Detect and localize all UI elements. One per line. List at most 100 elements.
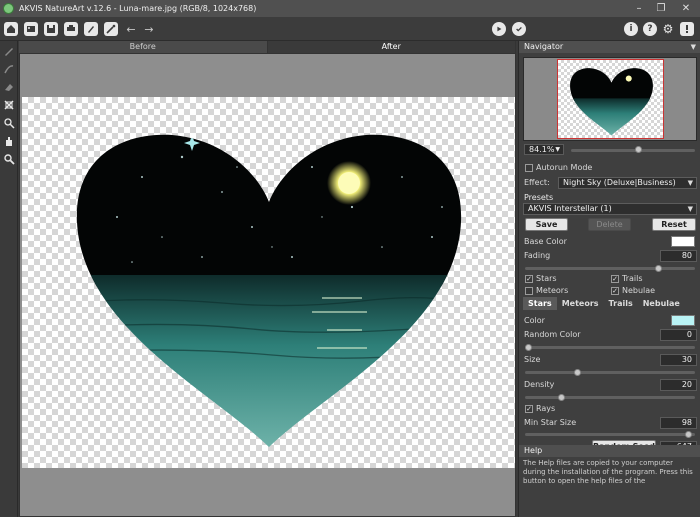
fading-slider-knob[interactable] (655, 265, 663, 272)
preset-value: AKVIS Interstellar (1) (528, 204, 612, 213)
print-button[interactable] (64, 22, 78, 36)
presets-dropdown-icon: ▼ (687, 205, 693, 213)
crop-tool[interactable] (2, 98, 16, 112)
effect-value: Night Sky (Deluxe|Business) (563, 178, 676, 187)
fading-slider-track[interactable] (525, 267, 695, 270)
fading-value[interactable]: 80 (660, 250, 697, 262)
save-preset-button[interactable]: Save (525, 218, 568, 231)
zoom-slider-track[interactable] (571, 149, 695, 152)
random-color-slider-knob[interactable] (525, 344, 532, 351)
min-star-size-slider-knob[interactable] (684, 431, 692, 438)
base-color-label: Base Color (524, 237, 567, 246)
help-text: The Help files are copied to your comput… (523, 459, 693, 485)
left-toolbar (0, 41, 18, 517)
rays-checkbox[interactable]: ✓ (525, 405, 533, 413)
sky-brush-tool[interactable] (2, 44, 16, 58)
minimize-button[interactable]: – (628, 0, 650, 17)
density-slider-knob[interactable] (557, 394, 565, 401)
trails-checkbox[interactable]: ✓ (611, 275, 619, 283)
density-value[interactable]: 20 (660, 379, 697, 391)
tab-nebulae[interactable]: Nebulae (638, 297, 685, 310)
meteors-label: Meteors (536, 286, 569, 295)
info-button[interactable]: i (624, 22, 638, 36)
close-button[interactable]: ✕ (672, 0, 700, 17)
presets-label: Presets (524, 193, 554, 202)
min-star-size-slider-track[interactable] (525, 433, 695, 436)
navigator-thumbnail[interactable] (557, 59, 664, 139)
reset-preset-button[interactable]: Reset (652, 218, 696, 231)
min-star-size-value[interactable]: 98 (660, 417, 697, 429)
stars-label: Stars (536, 274, 557, 283)
help-button[interactable]: ? (643, 22, 657, 36)
nature-brush-tool[interactable] (2, 62, 16, 76)
random-color-value[interactable]: 0 (660, 329, 697, 341)
density-slider-track[interactable] (525, 396, 695, 399)
notifications-button[interactable] (680, 22, 694, 36)
nebulae-checkbox[interactable]: ✓ (611, 287, 619, 295)
presets-dropdown[interactable]: AKVIS Interstellar (1) ▼ (523, 203, 697, 215)
zoom-level-select[interactable]: 84.1% ▼ (524, 144, 564, 155)
help-header: Help (519, 445, 700, 457)
app-window: AKVIS NatureArt v.12.6 - Luna-mare.jpg (… (0, 0, 700, 517)
app-logo-icon (3, 3, 14, 14)
maximize-button[interactable]: ❐ (650, 0, 672, 17)
brush-tool-button[interactable] (84, 22, 98, 36)
title-bar: AKVIS NatureArt v.12.6 - Luna-mare.jpg (… (0, 0, 700, 17)
star-color-swatch[interactable] (671, 315, 695, 326)
tab-meteors[interactable]: Meteors (557, 297, 604, 310)
autorun-checkbox[interactable] (525, 164, 533, 172)
size-value[interactable]: 30 (660, 354, 697, 366)
effect-dropdown-icon: ▼ (687, 179, 693, 187)
min-star-size-label: Min Star Size (524, 418, 577, 427)
trails-label: Trails (622, 274, 643, 283)
magnifier-icon (4, 154, 15, 165)
stars-checkbox[interactable]: ✓ (525, 275, 533, 283)
window-title: AKVIS NatureArt v.12.6 - Luna-mare.jpg (… (19, 4, 257, 13)
tab-trails[interactable]: Trails (604, 297, 638, 310)
hand-tool[interactable] (2, 134, 16, 148)
base-color-swatch[interactable] (671, 236, 695, 247)
star-color-label: Color (524, 316, 545, 325)
save-image-button[interactable] (44, 22, 58, 36)
eraser-tool[interactable] (2, 80, 16, 94)
home-icon (7, 25, 15, 33)
delete-preset-button[interactable]: Delete (588, 218, 631, 231)
hand-icon (6, 137, 12, 146)
density-label: Density (524, 380, 555, 389)
navigator-header: Navigator ▼ (519, 41, 700, 53)
check-icon (516, 26, 522, 32)
heart-night-sky-image (76, 134, 462, 447)
eyedropper-icon (4, 118, 15, 129)
settings-gear-icon[interactable]: ⚙ (661, 22, 675, 36)
size-label: Size (524, 355, 541, 364)
home-button[interactable] (4, 22, 18, 36)
forward-arrow-icon[interactable]: → (142, 22, 156, 36)
collapse-arrow-icon[interactable]: ▼ (691, 41, 696, 53)
image-preview[interactable] (22, 97, 515, 468)
size-slider-track[interactable] (525, 371, 695, 374)
run-button[interactable] (492, 22, 506, 36)
sky-brush-icon (5, 48, 13, 56)
right-panel: Navigator ▼ 84.1% ▼ Autorun Mode Effect:… (518, 41, 700, 517)
brush-icon (88, 26, 94, 33)
eyedropper-tool[interactable] (2, 116, 16, 130)
random-color-slider-track[interactable] (525, 346, 695, 349)
tab-stars[interactable]: Stars (523, 297, 557, 310)
effect-dropdown[interactable]: Night Sky (Deluxe|Business) ▼ (558, 177, 697, 189)
nebulae-label: Nebulae (622, 286, 656, 295)
navigator-preview[interactable] (523, 57, 697, 141)
open-image-button[interactable] (24, 22, 38, 36)
apply-button[interactable] (512, 22, 526, 36)
back-arrow-icon[interactable]: ← (124, 22, 138, 36)
tab-after[interactable]: After (267, 41, 516, 53)
preferences-button[interactable] (104, 22, 118, 36)
tab-before[interactable]: Before (19, 41, 268, 53)
zoom-tool[interactable] (2, 152, 16, 166)
image-canvas[interactable] (19, 53, 516, 517)
size-slider-knob[interactable] (573, 369, 581, 376)
nature-brush-icon (4, 65, 14, 74)
navigator-title: Navigator (524, 42, 564, 51)
meteors-checkbox[interactable] (525, 287, 533, 295)
random-color-label: Random Color (524, 330, 581, 339)
before-after-tabs: Before After (19, 41, 516, 53)
